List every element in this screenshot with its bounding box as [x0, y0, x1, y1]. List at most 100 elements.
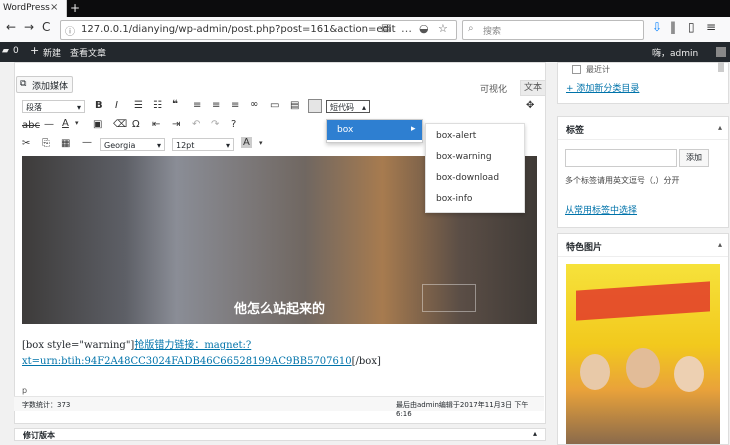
tag-input[interactable]	[565, 149, 677, 167]
search-icon: ⌕	[468, 23, 474, 34]
download-icon[interactable]: ⇩	[652, 20, 662, 34]
caret-up-icon: ▴	[361, 103, 366, 112]
italic-icon[interactable]: I	[115, 100, 118, 111]
reload-icon[interactable]: C	[42, 20, 50, 34]
horizontal-rule-icon[interactable]: —	[44, 119, 54, 130]
poster-face	[674, 356, 704, 392]
redo-icon[interactable]: ↷	[211, 119, 219, 130]
more-icon[interactable]: …	[401, 22, 412, 35]
bold-icon[interactable]: B	[95, 100, 103, 111]
revisions-panel[interactable]: 修订版本 ▴	[14, 428, 546, 441]
bookmark-star-icon[interactable]: ☆	[438, 22, 448, 35]
tab-text[interactable]: 文本	[520, 80, 546, 96]
format-select[interactable]: 段落 ▾	[22, 100, 85, 113]
more-tag-icon[interactable]: ▤	[290, 100, 299, 111]
user-greeting[interactable]: 嗨，admin	[652, 46, 698, 59]
tags-hint: 多个标签请用英文逗号（,）分开	[565, 176, 680, 185]
shortcode-button[interactable]: 短代码 ▴	[326, 100, 370, 113]
submenu-item-box-alert[interactable]: box-alert	[436, 131, 476, 141]
category-label: 最近计	[586, 65, 610, 74]
submenu-item-box-info[interactable]: box-info	[436, 194, 472, 204]
font-family-value: Georgia	[104, 141, 136, 150]
shortcode-label: 短代码	[330, 103, 354, 112]
fullscreen-icon[interactable]: ✥	[526, 100, 534, 111]
bullet-list-icon[interactable]: ☰	[134, 100, 143, 111]
toolbar-toggle-icon[interactable]	[308, 99, 322, 113]
special-char-icon[interactable]: Ω	[132, 119, 140, 130]
strikethrough-icon[interactable]: abc	[22, 120, 40, 131]
submenu-item-box-warning[interactable]: box-warning	[436, 152, 492, 162]
add-tag-button[interactable]: 添加	[679, 149, 709, 167]
divider	[558, 256, 728, 257]
category-checkbox[interactable]	[572, 65, 581, 74]
new-tab-icon[interactable]: +	[70, 1, 80, 15]
font-size-select[interactable]: 12pt ▾	[172, 138, 234, 151]
format-select-value: 段落	[26, 103, 42, 112]
outdent-icon[interactable]: ⇤	[152, 119, 160, 130]
align-right-icon[interactable]: ≡	[231, 100, 239, 111]
indent-icon[interactable]: ⇥	[172, 119, 180, 130]
menu-icon[interactable]: ≡	[706, 20, 716, 34]
add-media-button[interactable]: ⧉ 添加媒体	[16, 76, 73, 93]
reader-view-icon[interactable]: ▤	[381, 23, 390, 34]
chevron-down-icon: ▾	[76, 103, 81, 112]
element-path[interactable]: p	[22, 386, 27, 395]
info-icon[interactable]: ⓘ	[65, 23, 75, 38]
chevron-down-icon[interactable]: ▾	[259, 139, 263, 147]
search-input[interactable]: 搜索	[483, 24, 501, 37]
url-bar[interactable]: ⓘ 127.0.0.1/dianying/wp-admin/post.php?p…	[60, 20, 457, 40]
numbered-list-icon[interactable]: ☷	[153, 100, 162, 111]
sidebar-icon[interactable]: ▯	[688, 20, 695, 34]
cut-icon[interactable]: ✂	[22, 138, 30, 149]
editor-content[interactable]: [box style="warning"]抢版错力链接：magnet:?xt=u…	[22, 338, 537, 370]
collapse-icon[interactable]: ▴	[718, 123, 722, 132]
featured-image-title: 特色图片	[566, 243, 603, 253]
search-bar[interactable]: ⌕ 搜索	[462, 20, 644, 40]
clear-format-icon[interactable]: ⌫	[113, 119, 127, 130]
collapse-icon[interactable]: ▴	[533, 429, 537, 438]
undo-icon[interactable]: ↶	[192, 119, 200, 130]
text-color-icon[interactable]: A	[62, 118, 69, 129]
tab-visual[interactable]: 可视化	[480, 82, 507, 95]
blockquote-icon[interactable]: ❝	[172, 99, 178, 110]
chevron-down-icon: ▾	[225, 141, 230, 150]
comments-icon[interactable]: ▰	[2, 46, 9, 56]
choose-tags-link[interactable]: 从常用标签中选择	[565, 203, 637, 216]
browser-tab[interactable]: WordPress ×	[0, 0, 67, 17]
tab-close-icon[interactable]: ×	[50, 2, 58, 13]
featured-image-thumbnail[interactable]	[566, 264, 720, 444]
tab-title: WordPress	[3, 3, 50, 13]
submenu-item-box-download[interactable]: box-download	[436, 173, 499, 183]
add-media-label: 添加媒体	[32, 82, 69, 92]
library-icon[interactable]: ‖	[670, 20, 676, 34]
view-post-link[interactable]: 查看文章	[70, 46, 106, 59]
chevron-down-icon: ▾	[156, 141, 161, 150]
new-button[interactable]: 新建	[43, 46, 61, 59]
categories-panel: 最近计 + 添加新分类目录	[557, 62, 729, 104]
chevron-down-icon[interactable]: ▾	[75, 119, 79, 127]
background-color-icon[interactable]: A	[241, 137, 252, 148]
back-icon[interactable]: ←	[6, 20, 16, 34]
browser-nav-bar: ← → C ⓘ 127.0.0.1/dianying/wp-admin/post…	[0, 17, 730, 43]
avatar[interactable]	[716, 47, 726, 57]
align-left-icon[interactable]: ≡	[193, 100, 201, 111]
copy-icon[interactable]: ⎘	[42, 138, 50, 149]
align-center-icon[interactable]: ≡	[212, 100, 220, 111]
forward-icon[interactable]: →	[24, 20, 34, 34]
font-family-select[interactable]: Georgia ▾	[100, 138, 165, 151]
collapse-icon[interactable]: ▴	[718, 240, 722, 249]
unlink-icon[interactable]: ▭	[270, 100, 279, 111]
paste-icon[interactable]: ▦	[61, 138, 70, 149]
paste-text-icon[interactable]: ▣	[93, 119, 102, 130]
scrollbar-thumb[interactable]	[718, 62, 724, 72]
shortcode-menu-item-box[interactable]: box ▸	[327, 120, 422, 140]
poster-title-art	[576, 281, 710, 321]
new-plus-icon[interactable]: +	[30, 44, 39, 57]
add-category-link[interactable]: + 添加新分类目录	[566, 81, 639, 94]
image-caption: 他怎么站起来的	[233, 302, 325, 317]
help-icon[interactable]: ?	[231, 119, 236, 130]
link-icon[interactable]: ∞	[250, 99, 258, 110]
pocket-icon[interactable]: ◒	[419, 22, 429, 35]
featured-image-panel: 特色图片 ▴	[557, 233, 729, 445]
shortcode-open: [box style="warning"]	[22, 340, 135, 351]
